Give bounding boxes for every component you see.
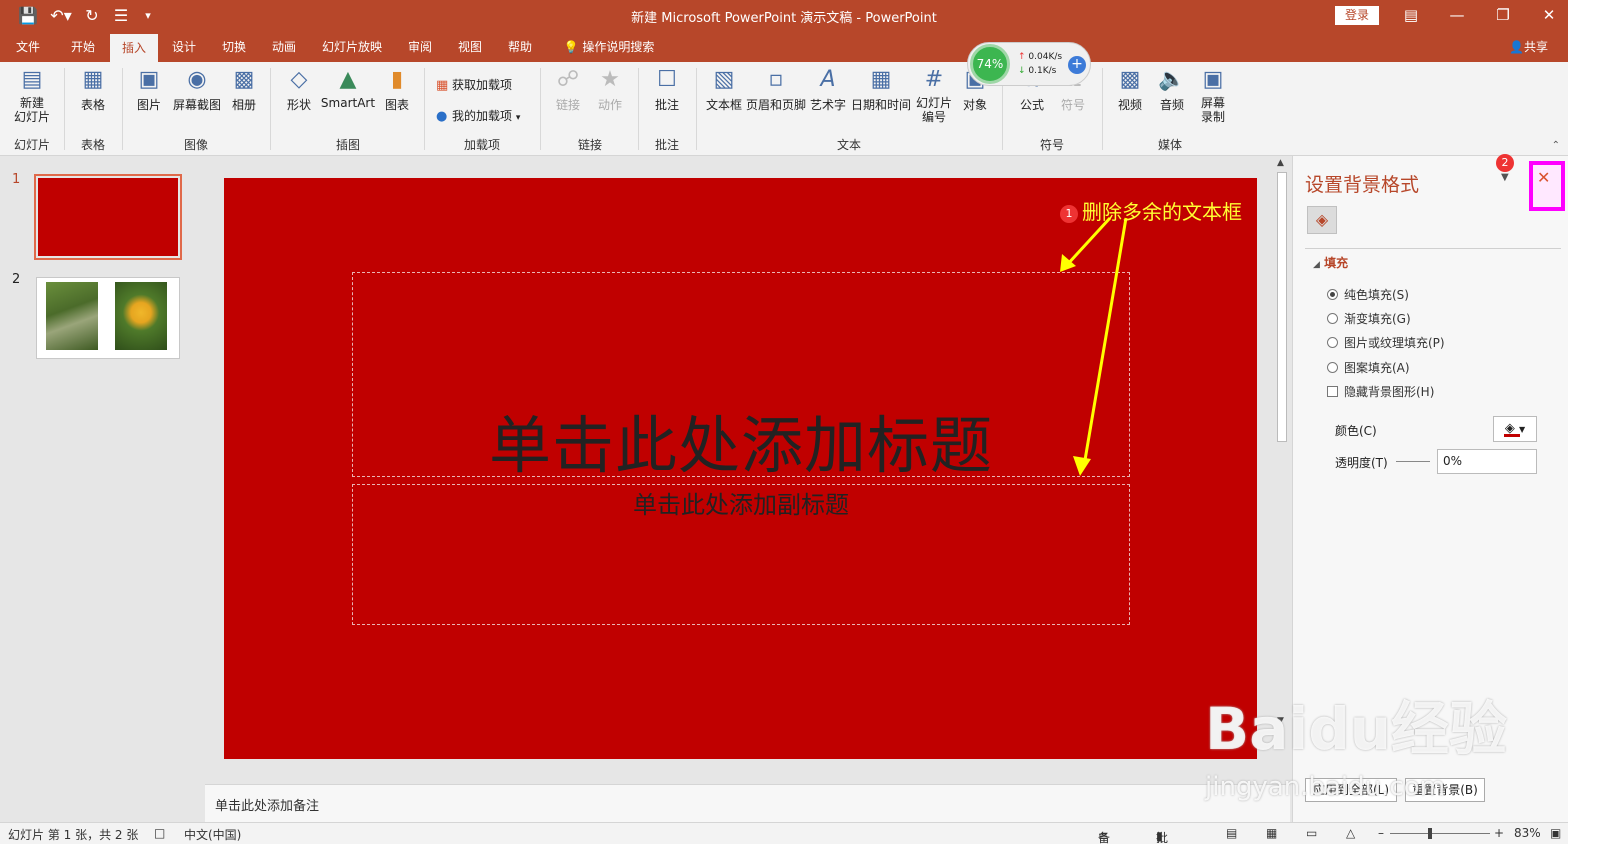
baidu-watermark-url: jingyan.baidu.com — [1205, 772, 1445, 802]
accessibility-icon[interactable]: □ — [154, 826, 165, 840]
language-indicator[interactable]: 中文(中国) — [184, 826, 241, 843]
radio-icon — [1327, 337, 1338, 348]
zoom-level[interactable]: 83% — [1514, 826, 1541, 840]
right-margin — [1568, 0, 1598, 860]
chevron-down-icon: ▼ — [1518, 425, 1526, 434]
notes-pane[interactable]: 单击此处添加备注 — [205, 784, 1290, 822]
zoom-out-icon[interactable]: – — [1378, 826, 1384, 840]
option-label: 渐变填充(G) — [1344, 312, 1411, 326]
picture-fill-radio[interactable]: 图片或纹理填充(P) — [1327, 334, 1445, 351]
option-label: 图片或纹理填充(P) — [1344, 336, 1445, 350]
transparency-slider[interactable] — [1396, 461, 1430, 462]
pane-title: 设置背景格式 — [1305, 174, 1420, 196]
gradient-fill-radio[interactable]: 渐变填充(G) — [1327, 310, 1411, 327]
solid-fill-radio[interactable]: 纯色填充(S) — [1327, 286, 1409, 303]
close-pane-icon[interactable]: ✕ — [1537, 168, 1550, 187]
option-label: 图案填充(A) — [1344, 361, 1410, 375]
slide-counter: 幻灯片 第 1 张，共 2 张 — [8, 828, 139, 842]
radio-icon — [1327, 362, 1338, 373]
annotation-text: 删除多余的文本框 — [1082, 200, 1242, 224]
color-swatch — [1504, 434, 1520, 437]
color-label: 颜色(C) — [1335, 424, 1377, 438]
transparency-label: 透明度(T) — [1335, 456, 1388, 470]
hide-bg-graphics-checkbox[interactable]: 隐藏背景图形(H) — [1327, 383, 1434, 400]
fill-color-picker[interactable]: ◈ ▼ — [1493, 416, 1537, 442]
slideshow-view-icon[interactable]: △ — [1346, 826, 1355, 840]
powerpoint-window: 💾 ↶▾ ↻ ☰ ▾ 新建 Microsoft PowerPoint 演示文稿 … — [0, 0, 1568, 860]
zoom-slider-thumb[interactable] — [1428, 828, 1432, 839]
annotation-step-2: 2 — [1496, 154, 1518, 172]
status-bar: 幻灯片 第 1 张，共 2 张 □ 中文(中国) ≡ 备注 ▮ 批注 ▤ ▦ ▭… — [0, 822, 1568, 860]
step-badge: 2 — [1496, 154, 1514, 172]
notes-placeholder: 单击此处添加备注 — [215, 799, 320, 814]
option-label: 纯色填充(S) — [1344, 288, 1409, 302]
option-label: 隐藏背景图形(H) — [1344, 385, 1435, 399]
collapse-triangle-icon: ◢ — [1313, 260, 1320, 270]
zoom-in-icon[interactable]: + — [1494, 826, 1504, 840]
pane-options-icon[interactable]: ▼ — [1501, 172, 1509, 183]
radio-icon — [1327, 313, 1338, 324]
annotation-step-1: 1 删除多余的文本框 — [1060, 196, 1242, 225]
fill-bucket-icon[interactable]: ◈ — [1307, 206, 1337, 234]
divider — [1305, 248, 1561, 249]
pattern-fill-radio[interactable]: 图案填充(A) — [1327, 359, 1410, 376]
reading-view-icon[interactable]: ▭ — [1306, 826, 1317, 840]
checkbox-icon — [1327, 386, 1338, 397]
fit-to-window-icon[interactable]: ▣ — [1550, 826, 1561, 840]
normal-view-icon[interactable]: ▤ — [1226, 826, 1237, 840]
slide-sorter-icon[interactable]: ▦ — [1266, 826, 1277, 840]
bottom-margin — [0, 844, 1598, 860]
fill-section-label: 填充 — [1324, 256, 1349, 270]
zoom-slider[interactable] — [1390, 833, 1490, 834]
transparency-input[interactable]: 0% — [1437, 449, 1537, 474]
step-badge: 1 — [1060, 204, 1078, 223]
baidu-watermark: Baidu经验 — [1205, 695, 1508, 763]
fill-section-header[interactable]: ◢ 填充 — [1313, 254, 1348, 271]
radio-icon — [1327, 289, 1338, 300]
